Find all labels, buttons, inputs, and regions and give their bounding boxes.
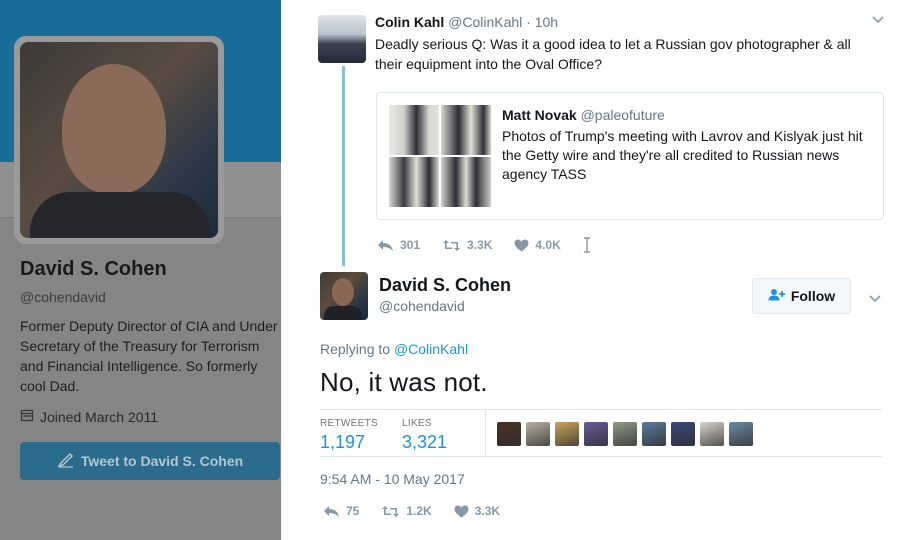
main-tweet-name[interactable]: David S. Cohen [379, 275, 511, 296]
replying-to: Replying to @ColinKahl [320, 341, 468, 357]
like-button[interactable]: 4.0K [514, 238, 561, 252]
conversation-thread-line [342, 66, 345, 266]
parent-tweet-handle[interactable]: @ColinKahl [448, 14, 522, 30]
tweet-timestamp[interactable]: 9:54 AM - 10 May 2017 [320, 471, 465, 487]
liker-avatar[interactable] [671, 422, 695, 446]
chevron-down-icon[interactable] [871, 12, 885, 28]
tweet-options-chevron-icon[interactable] [868, 291, 882, 307]
likes-stat[interactable]: LIKES 3,321 [402, 418, 447, 453]
main-reply-count: 75 [346, 504, 360, 518]
quoted-tweet-handle: @paleofuture [580, 107, 665, 123]
liker-avatar[interactable] [526, 422, 550, 446]
liker-avatar[interactable] [700, 422, 724, 446]
tweet-permalink-modal: Colin Kahl @ColinKahl · 10h Deadly serio… [281, 0, 916, 540]
main-retweet-button[interactable]: 1.2K [381, 504, 432, 518]
quoted-photo-3[interactable] [389, 157, 439, 207]
tweet-to-label: Tweet to David S. Cohen [80, 453, 244, 469]
liker-avatar[interactable] [729, 422, 753, 446]
text-cursor-icon [583, 237, 591, 253]
heart-icon [514, 239, 529, 252]
quoted-photo-1[interactable] [389, 105, 439, 155]
retweets-stat-value: 1,197 [320, 432, 366, 452]
replying-prefix: Replying to [320, 341, 391, 357]
profile-bio: Former Deputy Director of CIA and Under … [20, 318, 278, 394]
parent-tweet-text: Deadly serious Q: Was it a good idea to … [375, 36, 851, 72]
retweet-icon [381, 505, 400, 518]
replying-to-link[interactable]: @ColinKahl [394, 341, 468, 357]
liker-avatar[interactable] [613, 422, 637, 446]
retweet-count: 3.3K [467, 238, 493, 252]
reply-icon [377, 239, 394, 252]
quoted-photo-4[interactable] [441, 157, 491, 207]
like-count: 4.0K [535, 238, 561, 252]
follow-user-icon [768, 288, 785, 304]
main-tweet-actions: 75 1.2K 3.3K [323, 504, 522, 518]
quoted-photo-2[interactable] [441, 105, 491, 155]
follow-label: Follow [790, 288, 836, 304]
quoted-tweet-header: Matt Novak @paleofuture [502, 107, 665, 123]
profile-avatar[interactable] [14, 36, 224, 244]
main-tweet-handle[interactable]: @cohendavid [379, 298, 465, 314]
tweet-stats: RETWEETS 1,197 LIKES 3,321 [320, 409, 882, 457]
profile-joined: Joined March 2011 [20, 408, 158, 425]
parent-tweet-name[interactable]: Colin Kahl [375, 14, 444, 30]
parent-tweet-time[interactable]: · 10h [526, 14, 558, 30]
quoted-tweet-text: Photos of Trump's meeting with Lavrov an… [502, 128, 863, 182]
likes-stat-value: 3,321 [402, 432, 448, 452]
reply-count: 301 [400, 238, 421, 252]
main-like-button[interactable]: 3.3K [454, 504, 500, 518]
likes-stat-label: LIKES [402, 418, 432, 429]
main-like-count: 3.3K [474, 504, 501, 518]
liker-avatar[interactable] [584, 422, 608, 446]
liker-avatar[interactable] [497, 422, 521, 446]
parent-tweet-avatar[interactable] [318, 15, 366, 63]
main-tweet-text: No, it was not. [320, 367, 488, 397]
main-retweet-count: 1.2K [406, 504, 432, 518]
parent-tweet-actions: 301 3.3K 4.0K [377, 237, 613, 253]
stats-divider [485, 410, 486, 456]
quoted-tweet-photos[interactable] [389, 105, 491, 208]
reply-button[interactable]: 301 [377, 238, 420, 252]
retweet-icon [442, 239, 461, 252]
calendar-icon [20, 408, 34, 425]
quoted-tweet-name: Matt Novak [502, 107, 577, 123]
liker-avatars [497, 422, 753, 446]
reply-icon [323, 505, 340, 518]
retweets-stat-label: RETWEETS [320, 418, 378, 429]
parent-tweet-header: Colin Kahl @ColinKahl · 10h [375, 14, 558, 30]
main-reply-button[interactable]: 75 [323, 504, 359, 518]
main-tweet-avatar[interactable] [320, 272, 368, 320]
quoted-tweet-card[interactable]: Matt Novak @paleofuture Photos of Trump'… [376, 92, 884, 220]
retweets-stat[interactable]: RETWEETS 1,197 [320, 418, 378, 453]
profile-name[interactable]: David S. Cohen [20, 258, 167, 281]
liker-avatar[interactable] [642, 422, 666, 446]
retweet-button[interactable]: 3.3K [442, 238, 492, 252]
compose-icon [57, 452, 75, 471]
joined-text: Joined March 2011 [40, 408, 159, 425]
liker-avatar[interactable] [555, 422, 579, 446]
heart-icon [454, 505, 469, 518]
profile-handle[interactable]: @cohendavid [20, 289, 106, 305]
tweet-to-button[interactable]: Tweet to David S. Cohen [20, 442, 280, 480]
follow-button[interactable]: Follow [752, 278, 851, 314]
